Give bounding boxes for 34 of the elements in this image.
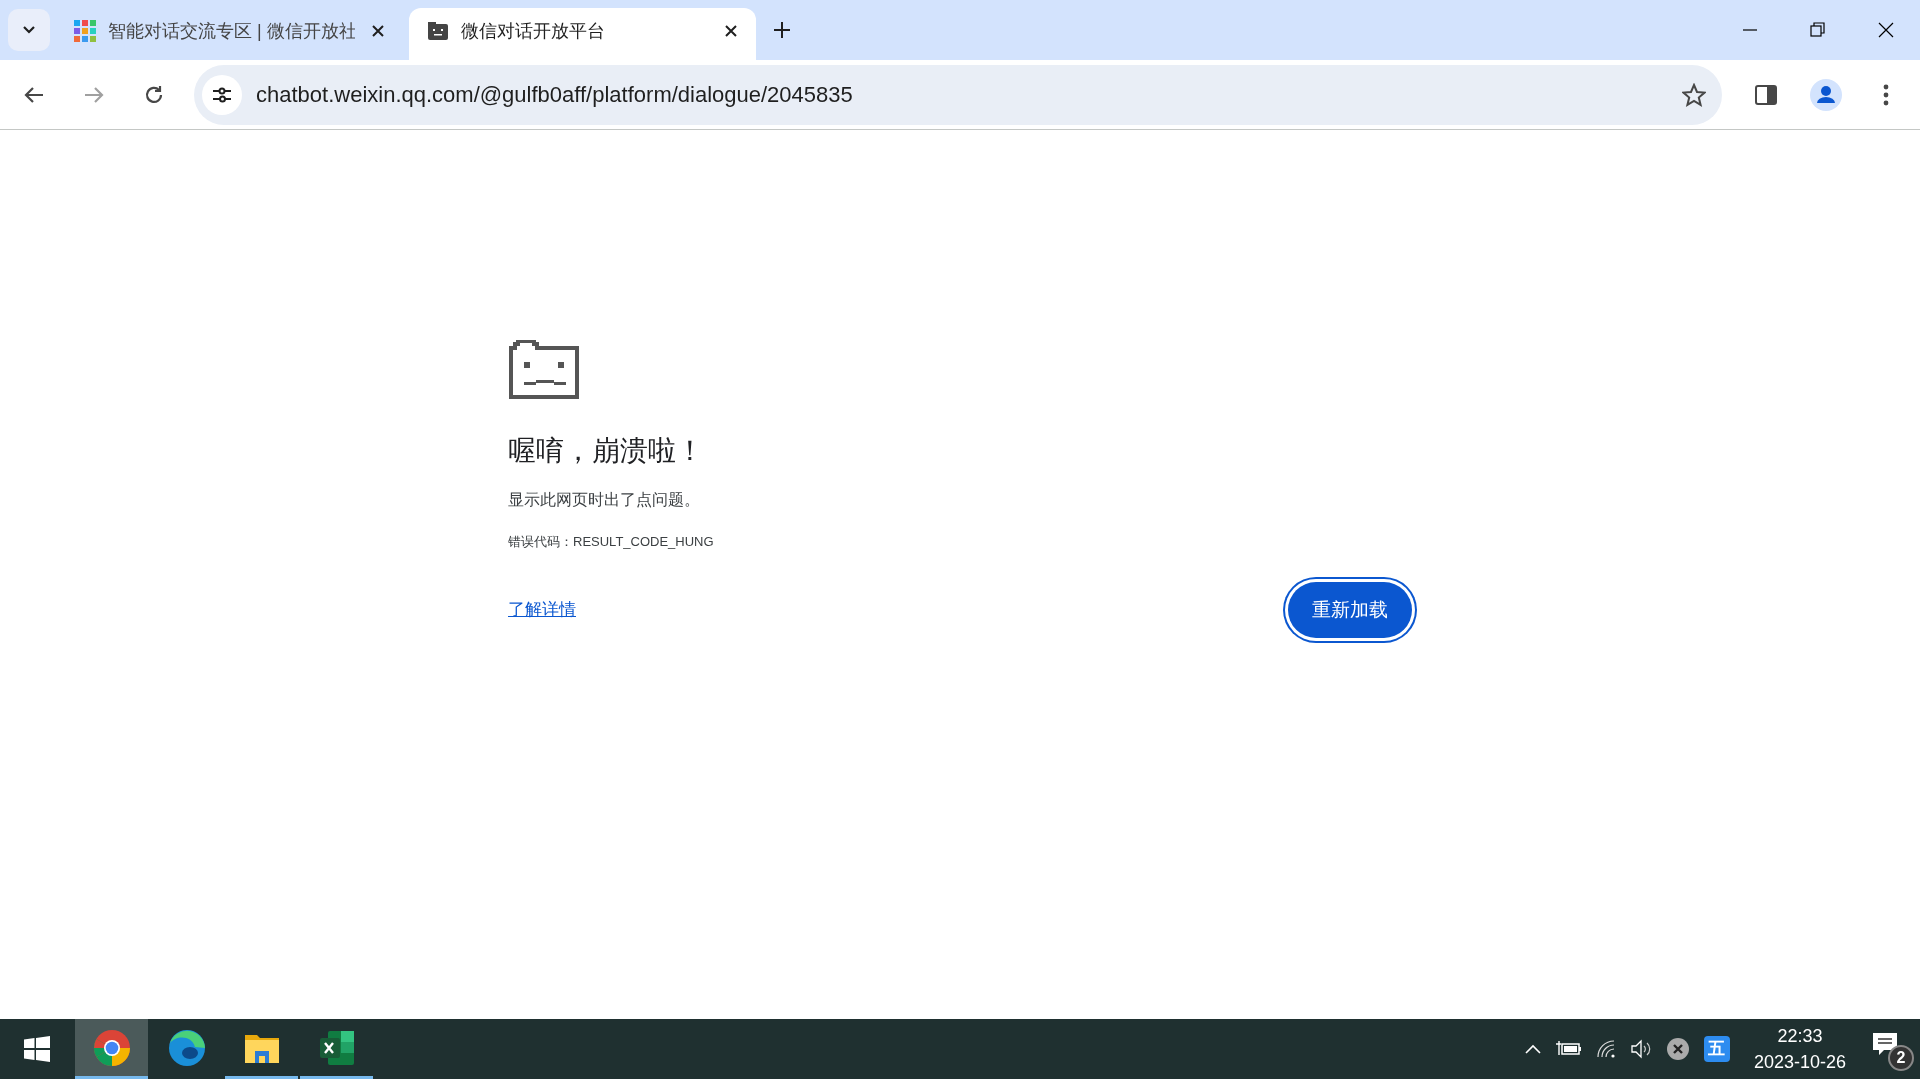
tune-icon [212,86,232,103]
chevron-up-icon[interactable] [1523,1043,1542,1055]
restore-icon [1808,20,1828,40]
learn-more-link[interactable]: 了解详情 [508,597,576,623]
person-icon[interactable] [1810,78,1842,111]
grid-logo-icon [74,20,96,42]
url-text: chatbot.weixin.qq.com/@gulfb0aff/platform/dialogue/2045835 [256,81,854,109]
clock-date: 2023-10-26 [1753,1051,1846,1074]
side-panel-icon[interactable] [1755,83,1777,106]
sad-folder-icon [508,340,580,400]
reload-icon[interactable] [143,83,165,106]
clock-time: 22:33 [1776,1025,1824,1048]
plus-icon[interactable] [773,21,791,39]
chevron-down-icon [22,25,36,35]
wifi-icon[interactable] [1595,1039,1616,1059]
chrome-logo-icon [92,1028,131,1067]
error-code: 错误代码：RESULT_CODE_HUNG [508,533,715,551]
notification-count-badge: 2 [1888,1045,1914,1071]
site-info-button[interactable] [202,74,242,115]
close-circle-icon[interactable] [1665,1037,1690,1061]
star-icon[interactable] [1682,82,1706,107]
speaker-icon[interactable] [1629,1039,1652,1059]
browser-tab[interactable]: 微信对话开放平台 [409,8,756,60]
error-heading: 喔唷，崩溃啦！ [508,434,705,468]
edge-logo-icon [167,1028,206,1067]
menu-icon[interactable] [1883,83,1889,106]
windows-logo-icon[interactable] [23,1036,50,1062]
spreadsheet-logo-icon [317,1028,356,1067]
error-message: 显示此网页时出了点问题。 [508,490,701,510]
address-bar[interactable]: chatbot.weixin.qq.com/@gulfb0aff/platform/dialogue/2045835 [194,64,1722,125]
tab-title: 微信对话开放平台 [461,19,606,43]
battery-icon[interactable] [1555,1041,1582,1057]
sad-folder-icon [427,21,449,41]
close-icon [1876,20,1896,40]
